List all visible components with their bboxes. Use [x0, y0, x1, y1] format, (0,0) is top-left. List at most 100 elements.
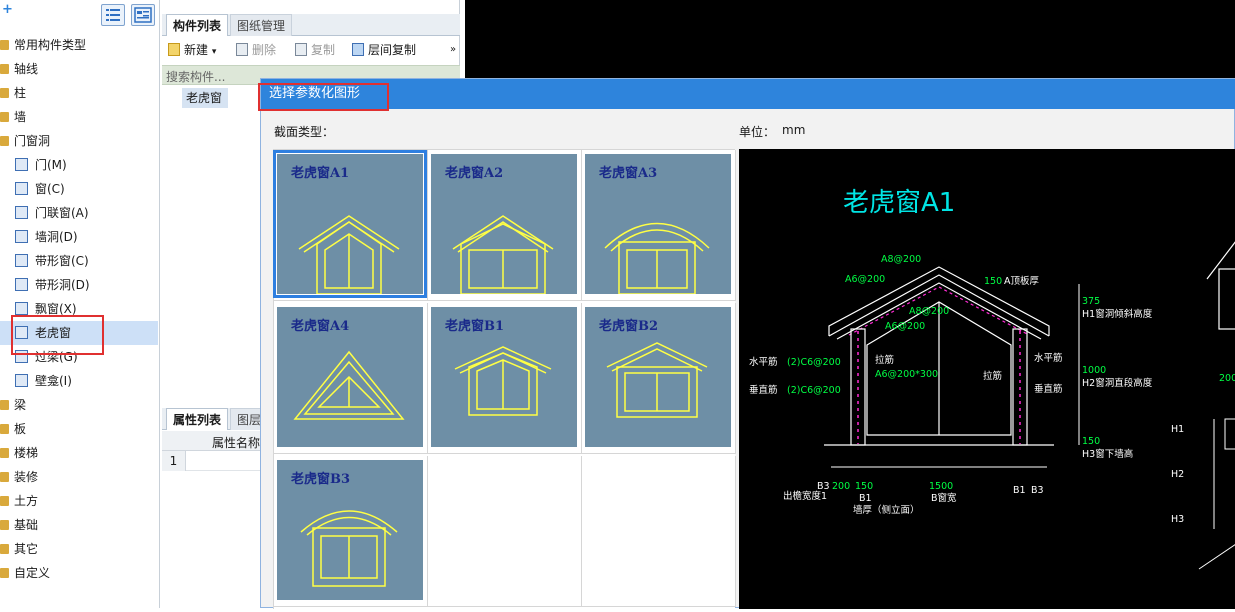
tree-item[interactable]: 带形窗(C) — [0, 249, 158, 273]
side-view-roof — [1206, 241, 1235, 280]
tree-item[interactable]: 装修 — [0, 465, 158, 489]
tab-property-list[interactable]: 属性列表 — [166, 408, 229, 430]
grid-cell[interactable]: 老虎窗B1 — [428, 303, 582, 454]
tree-item[interactable]: 墙 — [0, 105, 158, 129]
preview-annotation-eave: 出檐宽度1 — [783, 490, 827, 502]
grid-cell — [428, 456, 582, 607]
folder-icon — [0, 448, 9, 458]
tree-item[interactable]: 柱 — [0, 81, 158, 105]
tab-drawing-management[interactable]: 图纸管理 — [230, 14, 293, 36]
grid-cell — [582, 456, 736, 607]
tree-item[interactable]: 墙洞(D) — [0, 225, 158, 249]
preview-annotation-hbar_l_val: (2)C6@200 — [787, 357, 841, 368]
shape-thumbnail-label: 老虎窗B3 — [291, 472, 351, 487]
tree-item-label: 装修 — [14, 470, 39, 484]
grid-cell[interactable]: 老虎窗B2 — [582, 303, 736, 454]
floor-copy-label: 层间复制 — [368, 43, 417, 57]
shape-thumbnail[interactable]: 老虎窗B2 — [585, 307, 731, 447]
preview-annotation-wall: 墙厚（侧立面） — [853, 504, 920, 516]
preview-annotation-b3r: B3 — [1031, 485, 1044, 496]
tree-item[interactable]: 门联窗(A) — [0, 201, 158, 225]
tree-item[interactable]: 门窗洞 — [0, 129, 158, 153]
strip-hole-icon — [15, 278, 28, 291]
preview-annotation-vbar_r: 垂直筋 — [1034, 383, 1063, 395]
grid-cell[interactable]: 老虎窗B3 — [274, 456, 428, 607]
highlight-box-dialog-title — [258, 83, 389, 111]
parametric-shape-dialog: 选择参数化图形 截面类型： 单位： mm 老虎窗A1 老虎窗A2 老虎窗A3 老虎窗A… — [258, 78, 1235, 609]
preview-annotation-d150: 150 — [855, 481, 873, 492]
side-label-h3: H3 — [1171, 514, 1184, 525]
list-view-button[interactable] — [101, 4, 125, 26]
door-window-icon — [15, 206, 28, 219]
shape-thumbnail[interactable]: 老虎窗B3 — [277, 460, 423, 600]
new-icon — [168, 43, 180, 56]
folder-icon — [0, 64, 9, 74]
folder-icon — [0, 112, 9, 122]
tree-item-label: 带形窗(C) — [35, 254, 89, 268]
tree-item[interactable]: 窗(C) — [0, 177, 158, 201]
tree-item-label: 门窗洞 — [14, 134, 51, 148]
unit-value: mm — [782, 123, 806, 137]
tree-item-label: 自定义 — [14, 566, 51, 580]
grid-cell[interactable]: 老虎窗A1 — [273, 150, 428, 301]
delete-icon — [236, 43, 248, 56]
tree-item[interactable]: 土方 — [0, 489, 158, 513]
preview-annotation-hbar_r: 水平筋 — [1034, 352, 1063, 364]
toolbar-more-button[interactable]: » — [450, 40, 456, 60]
preview-annotation-bwidth: B窗宽 — [931, 492, 957, 504]
tree-item[interactable]: 板 — [0, 417, 158, 441]
preview-annotation-a8m: A8@200 — [909, 306, 949, 317]
preview-annotation-b1l: B1 — [859, 493, 872, 504]
tree-item[interactable]: 带形洞(D) — [0, 273, 158, 297]
preview-annotation-v150: 150 — [984, 276, 1002, 287]
shape-thumbnail[interactable]: 老虎窗A2 — [431, 154, 577, 294]
tree-item[interactable]: 梁 — [0, 393, 158, 417]
window-icon — [15, 182, 28, 195]
tree-item[interactable]: 壁龛(I) — [0, 369, 158, 393]
shape-thumbnail-label: 老虎窗A3 — [599, 166, 658, 181]
tree-item-label: 土方 — [14, 494, 39, 508]
detail-view-button[interactable] — [131, 4, 155, 26]
tree-item[interactable]: 常用构件类型 — [0, 33, 158, 57]
shape-thumbnail[interactable]: 老虎窗A1 — [273, 150, 427, 298]
delete-button[interactable]: 删除 — [236, 40, 276, 60]
grid-cell[interactable]: 老虎窗A2 — [428, 150, 582, 301]
tree-item[interactable]: 其它 — [0, 537, 158, 561]
shape-thumbnail[interactable]: 老虎窗A3 — [585, 154, 731, 294]
dialog-title-bar: 选择参数化图形 — [261, 79, 1235, 109]
wall-hole-icon — [15, 230, 28, 243]
side-view-window — [1224, 418, 1235, 450]
folder-icon — [0, 568, 9, 578]
new-button[interactable]: 新建 ▾ — [168, 40, 216, 60]
shape-thumbnail-label: 老虎窗B1 — [445, 319, 505, 334]
preview-annotation-tie_val: A6@200*300 — [875, 369, 938, 380]
side-label-200: 200 — [1219, 373, 1235, 384]
property-name-header: 属性名称 — [212, 436, 261, 450]
grid-cell[interactable]: 老虎窗A4 — [274, 303, 428, 454]
tree-item-label: 门(M) — [35, 158, 67, 172]
preview-title: 老虎窗A1 — [843, 188, 955, 218]
preview-annotation-tie_r: 拉筋 — [983, 370, 1002, 382]
tree-item[interactable]: 门(M) — [0, 153, 158, 177]
tree-item[interactable]: 自定义 — [0, 561, 158, 585]
copy-button[interactable]: 复制 — [295, 40, 335, 60]
tree-item[interactable]: 轴线 — [0, 57, 158, 81]
tab-component-list[interactable]: 构件列表 — [166, 14, 229, 36]
tree-item[interactable]: 基础 — [0, 513, 158, 537]
tree-item-label: 基础 — [14, 518, 39, 532]
tree-item[interactable]: 楼梯 — [0, 441, 158, 465]
shape-thumbnail[interactable]: 老虎窗B1 — [431, 307, 577, 447]
niche-icon — [15, 374, 28, 387]
shape-thumbnail[interactable]: 老虎窗A4 — [277, 307, 423, 447]
section-type-label: 截面类型： — [274, 125, 335, 139]
preview-annotation-d200: 200 — [832, 481, 850, 492]
expand-all-icon[interactable]: + — [2, 2, 13, 17]
grid-cell[interactable]: 老虎窗A3 — [582, 150, 736, 301]
preview-annotation-vbar_l_val: (2)C6@200 — [787, 385, 841, 396]
component-list-item[interactable]: 老虎窗 — [182, 88, 228, 108]
bay-window-icon — [15, 302, 28, 315]
floor-copy-button[interactable]: 层间复制 — [352, 40, 416, 60]
tree-item-label: 带形洞(D) — [35, 278, 90, 292]
folder-icon — [0, 424, 9, 434]
detail-view-icon — [134, 7, 152, 23]
